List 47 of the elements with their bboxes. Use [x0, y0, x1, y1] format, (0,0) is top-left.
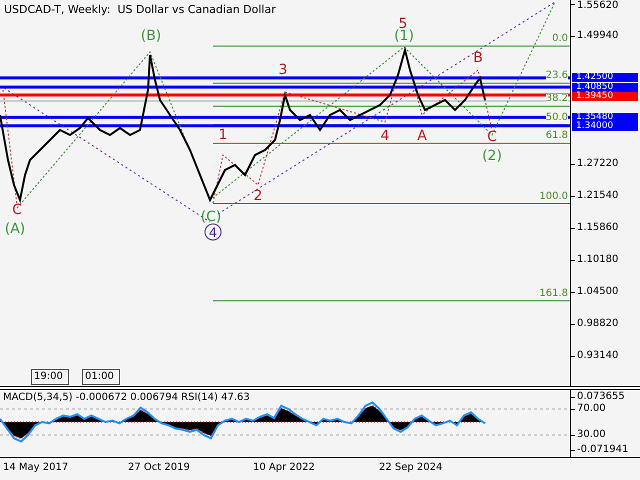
wave-label: (1) [394, 28, 414, 44]
wave-label: A [417, 128, 427, 144]
wave-label: B [473, 50, 483, 66]
fibonacci-level-label: 38.2 [546, 94, 568, 104]
date-axis-label: 27 Oct 2019 [128, 462, 190, 474]
wave-label: 3 [278, 62, 288, 78]
wave-label: 2 [254, 188, 262, 204]
indicator-title: MACD(5,34,5) -0.000672 0.006794 RSI(14) 47.63 [3, 392, 250, 404]
indicator-axis-label: 0.073655 [577, 392, 625, 402]
wave-label: 1 [218, 127, 228, 143]
price-axis-label: 1.15860 [577, 222, 618, 233]
price-axis-label: 1.27220 [577, 158, 618, 169]
fibonacci-level-label: 50.0 [546, 112, 568, 123]
fibonacci-level-label: 61.8 [546, 131, 568, 142]
price-tag: 1.42500 [572, 73, 638, 82]
time-marker: 01:00 [82, 369, 120, 385]
date-axis-label: 10 Apr 2022 [253, 462, 315, 474]
price-tag: 1.40850 [572, 82, 638, 92]
indicator-axis-label: 70.00 [577, 404, 606, 414]
fibonacci-level-label: 0.0 [552, 34, 568, 44]
wave-label: 4 [204, 224, 222, 241]
price-axis-label: 1.49940 [577, 30, 618, 41]
date-axis-label: 22 Sep 2024 [379, 462, 442, 474]
wave-label: 4 [380, 128, 390, 144]
wave-label: (B) [140, 28, 162, 44]
time-marker: 19:00 [31, 369, 69, 385]
wave-label: C [487, 129, 497, 145]
wave-label: (2) [482, 148, 502, 164]
price-tag: 1.35480 [572, 112, 638, 122]
price-axis-label: 1.04500 [577, 286, 618, 297]
wave-label: C [12, 202, 22, 218]
fibonacci-level-label: 23.6 [546, 71, 568, 82]
date-axis-label: 14 May 2017 [3, 462, 68, 474]
price-tag: 1.39450 [572, 92, 638, 101]
fibonacci-level-label: 100.0 [539, 192, 568, 202]
indicator-axis-label: -0.071941 [577, 445, 628, 456]
price-axis-label: 0.98820 [577, 318, 618, 329]
price-axis-label: 1.55620 [577, 1, 618, 11]
wave-label: (C) [200, 209, 222, 225]
price-tag: 1.34000 [572, 122, 638, 131]
fibonacci-level-label: 161.8 [539, 288, 568, 299]
price-axis-label: 0.93140 [577, 350, 618, 361]
price-axis-label: 1.21540 [577, 190, 618, 201]
chart-title: USDCAD-T, Weekly: US Dollar vs Canadian Dollar [4, 3, 276, 16]
price-axis-label: 1.10180 [577, 254, 618, 265]
wave-label: (A) [4, 221, 26, 237]
indicator-axis-label: 30.00 [577, 430, 606, 440]
